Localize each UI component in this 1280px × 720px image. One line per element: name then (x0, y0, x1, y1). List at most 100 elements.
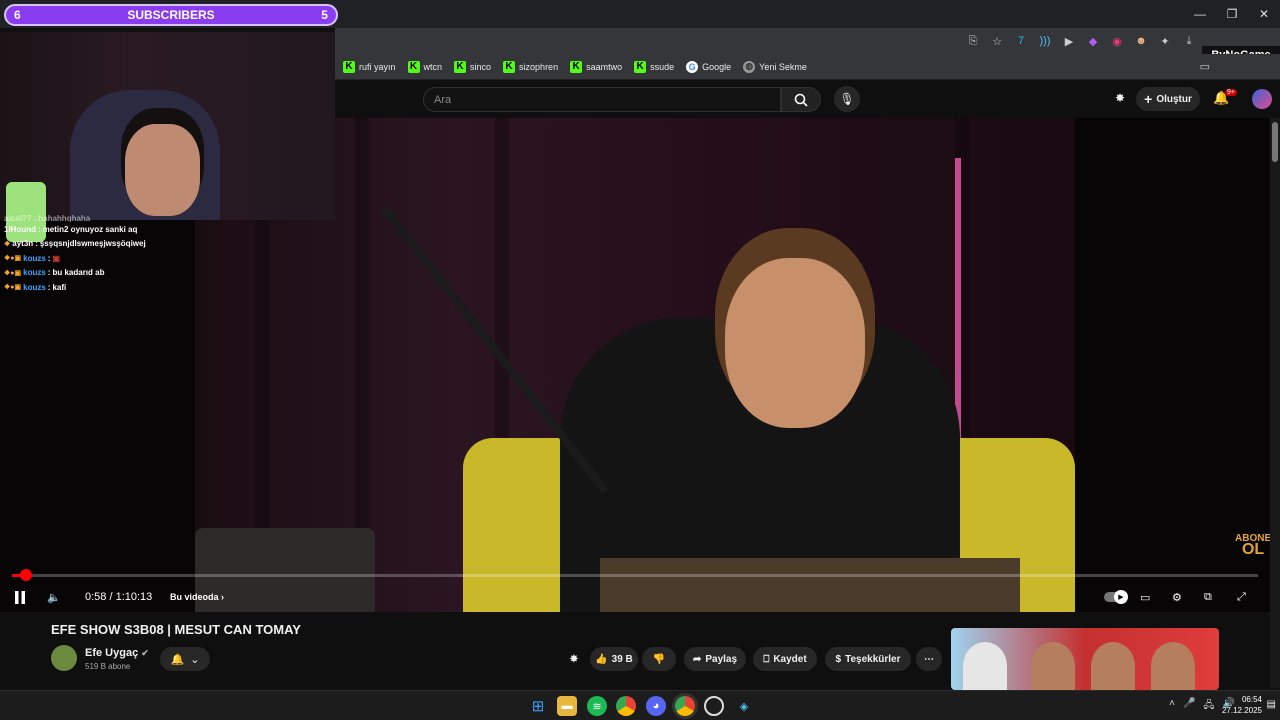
save-button[interactable]: ⎕ Kaydet (753, 647, 817, 671)
search-button[interactable] (781, 87, 821, 112)
like-button[interactable]: 👍 39 B (590, 647, 638, 671)
close-icon[interactable]: ✕ (1248, 0, 1280, 28)
download-icon[interactable]: ⤓ (1180, 32, 1198, 50)
chevron-right-icon: › (221, 592, 225, 602)
time-display: 0:58 / 1:10:13 (85, 591, 153, 603)
pause-icon (15, 590, 25, 604)
page-scrollbar[interactable] (1270, 118, 1280, 688)
obs-icon[interactable] (704, 696, 724, 716)
chat-message: ❖●▣ kouzs: kafi (4, 282, 67, 292)
share-button[interactable]: ➦ Paylaş (684, 647, 746, 671)
chapters-button[interactable]: Bu videoda › (170, 586, 224, 608)
subscriber-count: 519 B abone (85, 662, 131, 671)
screen: — ❐ ✕ ⎘ ☆ 7 ))) ▶ ◆ ◉ ☻ ✦ ⤓ ByNoGame Kru… (0, 0, 1280, 720)
sparkle-action-icon[interactable]: ✸ (565, 647, 583, 671)
volume-button[interactable]: 🔈 (47, 586, 61, 608)
subscribe-watermark[interactable]: ABONE OL (1235, 533, 1270, 558)
subs-goal-left: 6 (14, 8, 21, 22)
chat-message: ❖ ayt3n: şsşqsnjdlswmeşjwsşöqiwej (4, 239, 146, 249)
subtitles-button[interactable]: ▭ (1140, 586, 1150, 608)
bookmark-label: rufi yayın (359, 61, 396, 72)
chrome-active-icon[interactable] (675, 696, 695, 716)
subs-goal-label: SUBSCRIBERS (127, 8, 215, 22)
bookmark-sinco[interactable]: Ksinco (454, 60, 492, 73)
scrubber-handle[interactable] (20, 569, 32, 581)
spotify-icon[interactable]: ≋ (587, 696, 607, 716)
sparkle-icon[interactable]: ✸ (1115, 91, 1125, 105)
chat-text: metin2 oynuyoz sanki aq (42, 224, 138, 234)
bookmark-new-tab[interactable]: ◍ Yeni Sekme (743, 60, 807, 73)
pause-button[interactable] (14, 586, 26, 608)
thanks-button[interactable]: $ Teşekkürler (825, 647, 911, 671)
fullscreen-button[interactable]: ⤢ (1237, 586, 1246, 608)
bookmark-saamtwo[interactable]: Ksaamtwo (570, 60, 623, 73)
bookmark-label: ssude (650, 61, 675, 72)
dislike-button[interactable]: 👎 (642, 647, 676, 671)
subscription-bell-button[interactable]: 🔔 ⌄ (160, 647, 210, 671)
extension-audio-icon[interactable]: ))) (1036, 32, 1054, 50)
more-horizontal-icon: ⋯ (924, 653, 934, 665)
bookmark-star-icon[interactable]: ☆ (988, 32, 1006, 50)
like-count: 39 B (611, 653, 633, 665)
chrome-icon[interactable] (616, 696, 636, 716)
youtube-header: Ara 🎙 ✸ + Oluştur 🔔 9+ (335, 80, 1280, 118)
system-clock[interactable]: 06:54 27.12.2025 (1222, 694, 1262, 716)
account-avatar[interactable] (1252, 89, 1272, 109)
clock-date: 27.12.2025 (1221, 706, 1262, 715)
discord-icon[interactable]: ◕ (646, 696, 666, 716)
app-icon[interactable]: ◈ (734, 696, 754, 716)
settings-button[interactable]: ⚙ (1172, 586, 1182, 608)
file-explorer-icon[interactable]: ▬ (557, 696, 577, 716)
progress-bar[interactable] (12, 569, 1258, 581)
bookmark-label: sinco (470, 61, 492, 72)
video-title: EFE SHOW S3B08 | MESUT CAN TOMAY (51, 622, 301, 637)
extension-7tv-icon[interactable]: 7 (1012, 32, 1030, 50)
recommended-thumbnail[interactable] (951, 628, 1219, 690)
minimize-icon[interactable]: — (1184, 0, 1216, 28)
share-icon: ➦ (692, 653, 702, 665)
extension-arrow-icon[interactable]: ▶ (1060, 32, 1078, 50)
bookmarks-bar: Krufi yayın Kwtcn Ksinco Ksizophren Ksaa… (335, 54, 1280, 80)
voice-search-button[interactable]: 🎙 (834, 86, 860, 112)
create-button[interactable]: + Oluştur (1136, 87, 1200, 111)
miniplayer-button[interactable]: ⧉ (1204, 586, 1212, 608)
chat-username: kouzs (23, 253, 46, 263)
chevron-down-icon: ⌄ (190, 653, 200, 666)
bookmark-ssude[interactable]: Kssude (634, 60, 675, 73)
subscriber-goal-bar: 6 SUBSCRIBERS 5 (4, 4, 338, 26)
chapter-label: Bu videoda (170, 592, 219, 602)
folder-icon[interactable]: ▭ (1200, 60, 1210, 73)
notification-center-icon[interactable]: ▤ (1267, 699, 1276, 710)
scrollbar-thumb[interactable] (1272, 122, 1278, 162)
restore-icon[interactable]: ❐ (1216, 0, 1248, 28)
chat-text: hahahhqhaha (38, 214, 91, 222)
bookmark-label: saamtwo (586, 61, 623, 72)
channel-avatar[interactable] (51, 645, 77, 671)
video-details: EFE SHOW S3B08 | MESUT CAN TOMAY Efe Uyg… (0, 612, 1270, 690)
bookmark-sizophren[interactable]: Ksizophren (503, 60, 558, 73)
kick-icon: K (343, 60, 355, 73)
bookmark-wtcn[interactable]: Kwtcn (407, 60, 442, 73)
network-icon[interactable]: 🖧 (1203, 698, 1214, 715)
extensions-puzzle-icon[interactable]: ✦ (1156, 32, 1174, 50)
autoplay-toggle[interactable]: ▶ (1104, 586, 1128, 608)
verified-icon: ✔ (141, 648, 149, 658)
mic-tray-icon[interactable]: 🎤 (1183, 698, 1195, 715)
bookmark-google[interactable]: G Google (686, 60, 731, 73)
windows-start-icon[interactable]: ⊞ (528, 696, 548, 716)
more-actions-button[interactable]: ⋯ (916, 647, 942, 671)
channel-name[interactable]: Efe Uygaç ✔ (85, 647, 149, 659)
extension-face-icon[interactable]: ☻ (1132, 32, 1150, 50)
thumbnail-figure (1151, 642, 1195, 690)
thanks-label: Teşekkürler (845, 653, 901, 665)
windows-taskbar: ⊞ ▬ ≋ ◕ ◈ ˄ 🎤 🖧 🔊 06:54 27.12.2025 ▤ (0, 690, 1280, 720)
clock-time: 06:54 (1241, 695, 1262, 704)
chat-badges: ❖●▣ (4, 269, 22, 277)
chevron-up-icon[interactable]: ˄ (1169, 698, 1175, 715)
search-input[interactable]: Ara (423, 87, 781, 112)
extension-purple-icon[interactable]: ◆ (1084, 32, 1102, 50)
bookmark-rufi[interactable]: Krufi yayın (343, 60, 396, 73)
share-label: Paylaş (705, 653, 738, 665)
extension-record-icon[interactable]: ◉ (1108, 32, 1126, 50)
install-app-icon[interactable]: ⎘ (964, 32, 982, 50)
